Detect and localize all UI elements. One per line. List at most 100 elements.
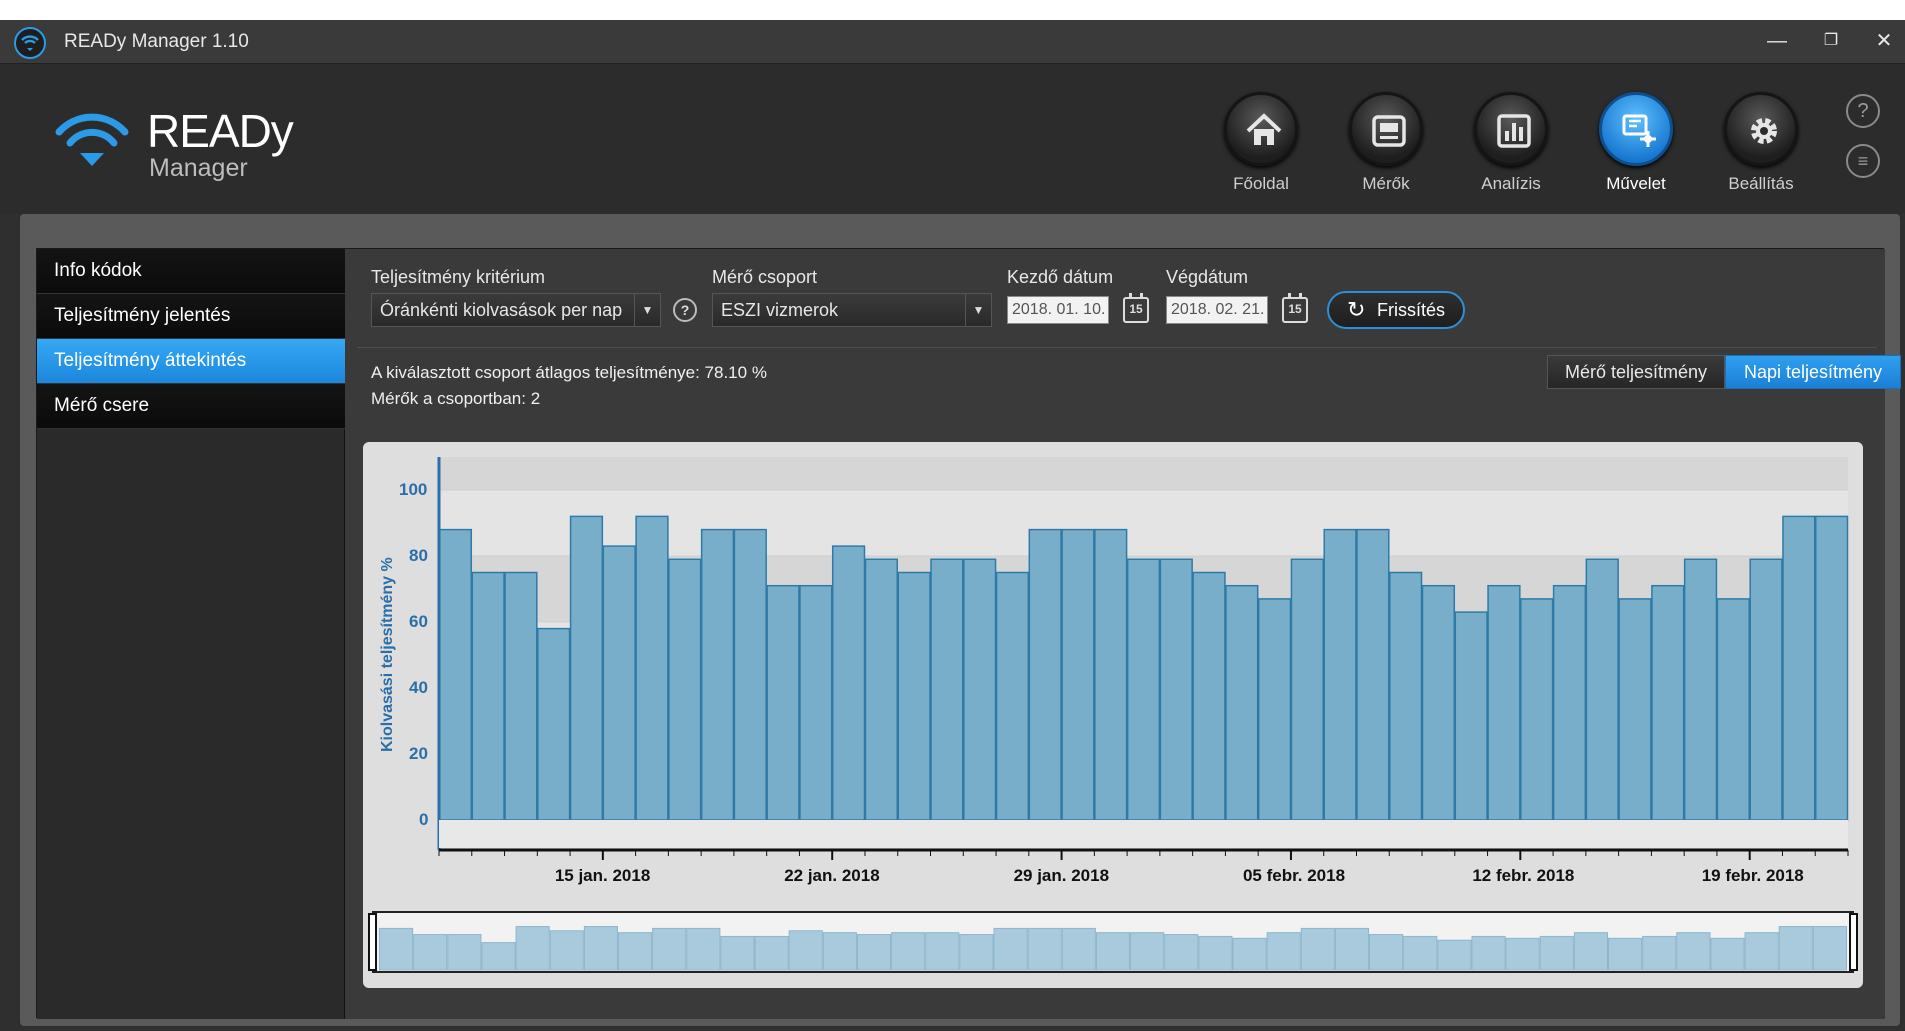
data-bar (537, 627, 571, 821)
y-tick-label: 0 (419, 810, 429, 829)
x-tick-label: 05 febr. 2018 (1242, 866, 1346, 885)
y-axis-title: Kiolvasási teljesítmény % (379, 557, 396, 752)
data-bar (1421, 584, 1456, 821)
data-bar (831, 545, 866, 821)
data-bar (1814, 515, 1849, 821)
data-bar (1290, 558, 1324, 821)
navigator-bar (1130, 932, 1165, 971)
separator (357, 347, 1877, 348)
refresh-label: Frissítés (1377, 300, 1446, 320)
help-icon[interactable]: ? (1846, 94, 1880, 128)
data-bar (1159, 558, 1193, 821)
nav-home[interactable]: Főoldal (1206, 92, 1316, 202)
group-value: ESZI vizmerok (721, 300, 839, 320)
data-bar (1618, 598, 1652, 821)
navigator-bar (1471, 935, 1506, 971)
navigator-bar (1300, 927, 1335, 971)
data-bar (438, 528, 473, 821)
start-calendar-icon[interactable]: 15 (1123, 293, 1149, 323)
data-bar (1094, 528, 1128, 821)
data-bar (766, 584, 800, 821)
criterion-select[interactable]: Óránkénti kiolvasások per nap ▼ (371, 293, 661, 327)
data-bar (799, 584, 833, 821)
criterion-label: Teljesítmény kritérium (371, 267, 546, 287)
navigator-bar (1608, 937, 1643, 971)
nav-home-label: Főoldal (1233, 174, 1289, 193)
data-bar (569, 515, 604, 821)
navigator-bar (1266, 932, 1301, 971)
start-date-label: Kezdő dátum (1007, 267, 1114, 287)
meter-performance-toggle[interactable]: Mérő teljesítmény (1547, 355, 1725, 389)
minimize-button[interactable]: — (1760, 26, 1794, 56)
x-tick-label: 15 jan. 2018 (554, 866, 651, 885)
refresh-button[interactable]: ↻ Frissítés (1327, 291, 1465, 329)
logo-manager-text: Manager (149, 154, 248, 182)
wifi-logo-icon (55, 113, 129, 166)
app-icon (14, 27, 46, 59)
x-axis-band (439, 820, 1848, 848)
navigator-bar (1744, 932, 1779, 971)
chart-icon (1497, 114, 1531, 148)
data-bar (1225, 584, 1259, 821)
data-bar (1520, 598, 1554, 821)
window-title: READy Manager 1.10 (64, 31, 249, 52)
navigator-bar (583, 926, 618, 971)
home-icon (1246, 113, 1282, 145)
sidebar: Info kódok Teljesítmény jelentés Teljesí… (37, 249, 345, 1019)
grid-band (439, 457, 1848, 490)
start-date-input[interactable]: 2018. 01. 10. (1007, 296, 1109, 324)
data-bar (1323, 528, 1357, 821)
list-icon[interactable]: ≡ (1846, 144, 1880, 178)
navigator-bar (549, 930, 584, 971)
navigator-bar (1710, 937, 1745, 971)
navigator-bar (1573, 932, 1609, 971)
y-tick-label: 20 (409, 744, 428, 763)
data-bar (700, 528, 735, 821)
sidebar-item-performance-overview[interactable]: Teljesítmény áttekintés (37, 339, 345, 384)
navigator-bar (1334, 927, 1370, 971)
data-bar (1389, 571, 1423, 821)
operation-icon (1622, 114, 1656, 147)
y-tick-label: 80 (409, 546, 428, 565)
sidebar-item-meter-replacement[interactable]: Mérő csere (37, 384, 345, 429)
header: READy Manager Főoldal Mérők Analízis Műv… (0, 64, 1905, 214)
nav-analysis[interactable]: Analízis (1456, 92, 1566, 202)
title-bar: READy Manager 1.10 — ❐ ✕ (0, 20, 1905, 64)
data-bar (1716, 598, 1750, 821)
navigator-right-handle[interactable] (1849, 913, 1858, 971)
group-select[interactable]: ESZI vizmerok ▼ (712, 293, 992, 327)
x-tick-label: 19 febr. 2018 (1701, 866, 1804, 885)
navigator-bar (891, 932, 926, 971)
sidebar-item-performance-report[interactable]: Teljesítmény jelentés (37, 294, 345, 339)
daily-performance-toggle[interactable]: Napi teljesítmény (1725, 355, 1901, 389)
navigator-bar (1198, 935, 1233, 971)
close-button[interactable]: ✕ (1867, 26, 1901, 56)
criterion-help-button[interactable]: ? (673, 298, 697, 322)
navigator-bar (1232, 937, 1267, 971)
navigator-bar (447, 934, 482, 971)
navigator-left-handle[interactable] (368, 913, 377, 971)
navigator-bar (652, 927, 687, 971)
data-bar (1192, 571, 1226, 821)
data-bar (1683, 558, 1718, 821)
end-calendar-icon[interactable]: 15 (1282, 293, 1308, 323)
data-bar (504, 571, 538, 821)
navigator-bar (1164, 934, 1199, 971)
nav-analysis-label: Analízis (1481, 174, 1541, 193)
data-bar (1028, 528, 1062, 821)
navigator-bar (1403, 935, 1438, 971)
nav-settings[interactable]: Beállítás (1706, 92, 1816, 202)
sidebar-item-info-codes[interactable]: Info kódok (37, 249, 345, 294)
y-tick-label: 60 (409, 612, 428, 631)
restore-button[interactable]: ❐ (1814, 26, 1848, 56)
navigator-bar (1061, 927, 1096, 971)
end-date-input[interactable]: 2018. 02. 21. (1166, 296, 1268, 324)
data-bar (1552, 584, 1587, 821)
navigator-bar (959, 934, 994, 971)
navigator-bar (993, 927, 1028, 971)
performance-bar-chart (368, 457, 1858, 973)
nav-meters[interactable]: Mérők (1331, 92, 1441, 202)
nav-operation[interactable]: Művelet (1581, 92, 1691, 202)
data-bar (930, 558, 964, 821)
meter-icon (1372, 115, 1406, 147)
